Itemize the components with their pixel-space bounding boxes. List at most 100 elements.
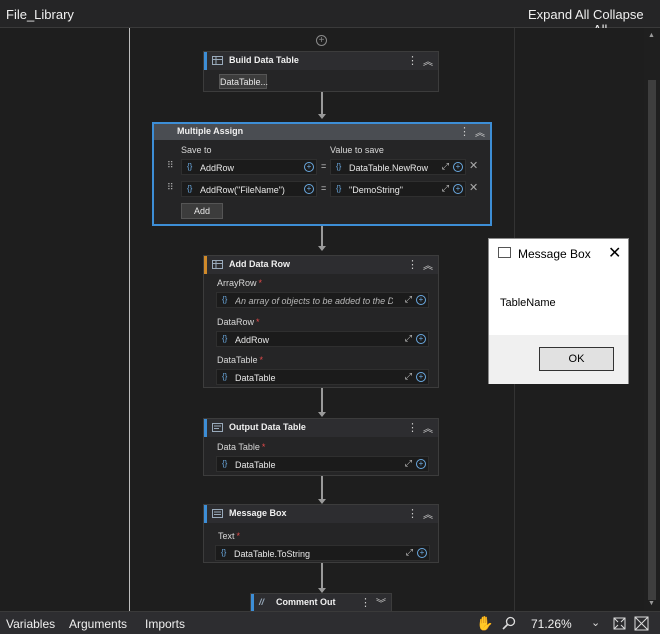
connector-line (321, 92, 323, 116)
scrollbar-thumb[interactable] (648, 80, 656, 600)
zoom-dropdown-chevron-down-icon[interactable]: ⌄ (591, 616, 600, 629)
connector-line (321, 563, 323, 590)
more-options-icon[interactable]: ⋮ (407, 421, 418, 434)
more-options-icon[interactable]: ⋮ (407, 507, 418, 520)
drag-handle-icon[interactable]: ⠿ (167, 160, 174, 171)
collapse-icon[interactable]: ︽ (423, 53, 433, 68)
plus-icon[interactable]: + (453, 184, 463, 194)
plus-icon[interactable]: + (304, 162, 314, 172)
text-field[interactable]: {} DataTable.ToString ⤢ + (215, 545, 430, 561)
collapse-icon[interactable]: ︽ (423, 257, 433, 272)
text-label: Text * (218, 531, 241, 541)
tab-variables[interactable]: Variables (6, 617, 55, 631)
dialog-footer: OK (489, 335, 628, 384)
activity-header: Message Box ⋮ ︽ (204, 505, 438, 523)
activity-header: Build Data Table ⋮ ︽ (204, 52, 438, 70)
activity-title: Message Box (229, 508, 287, 518)
activity-title: Comment Out (276, 597, 336, 607)
expression-icon: {} (222, 372, 228, 381)
message-box-activity[interactable]: Message Box ⋮ ︽ Text * {} DataTable.ToStr… (203, 504, 439, 563)
zoom-icon[interactable] (502, 616, 516, 630)
dialog-title: Message Box (518, 247, 591, 261)
expand-icon[interactable]: ︾ (376, 595, 386, 610)
add-data-row-activity[interactable]: Add Data Row ⋮ ︽ ArrayRow * {} An array o… (203, 255, 439, 388)
collapse-icon[interactable]: ︽ (475, 124, 485, 139)
ok-button[interactable]: OK (539, 347, 614, 371)
value-field[interactable]: {} DataTable.NewRow ⤢ + (330, 159, 466, 175)
connector-line (321, 226, 323, 248)
comment-out-activity[interactable]: // Comment Out ⋮ ︾ (250, 593, 392, 611)
overview-icon[interactable] (634, 616, 649, 631)
datatable-editor-button[interactable]: DataTable... (219, 74, 268, 89)
vertical-scrollbar[interactable]: ▲ ▼ (644, 28, 660, 611)
expand-editor-icon[interactable]: ⤢ (405, 333, 412, 344)
activity-title: Add Data Row (229, 259, 291, 269)
activity-header: Multiple Assign ⋮ ︽ (154, 124, 490, 140)
expand-editor-icon[interactable]: ⤢ (406, 547, 413, 558)
save-to-field[interactable]: {} AddRow("FileName") + (181, 181, 317, 197)
value-field[interactable]: {} "DemoString" ⤢ + (330, 181, 466, 197)
plus-icon[interactable]: + (304, 184, 314, 194)
expand-editor-icon[interactable]: ⤢ (405, 294, 412, 305)
build-data-table-activity[interactable]: Build Data Table ⋮ ︽ DataTable... (203, 51, 439, 92)
expression-icon: {} (187, 184, 193, 193)
fit-to-screen-icon[interactable] (612, 616, 627, 631)
scroll-up-icon[interactable]: ▲ (648, 32, 655, 39)
collapse-icon[interactable]: ︽ (423, 420, 433, 435)
plus-icon[interactable]: + (416, 295, 426, 305)
add-row-button[interactable]: Add (181, 203, 223, 219)
more-options-icon[interactable]: ⋮ (407, 54, 418, 67)
data-table-field[interactable]: {} DataTable ⤢ + (216, 369, 429, 385)
output-data-table-activity[interactable]: Output Data Table ⋮ ︽ Data Table * {} Dat… (203, 418, 439, 476)
expression-icon: {} (222, 459, 228, 468)
activity-title: Output Data Table (229, 422, 306, 432)
connector-arrow-icon (318, 114, 326, 119)
save-to-field[interactable]: {} AddRow + (181, 159, 317, 175)
expand-editor-icon[interactable]: ⤢ (442, 183, 449, 194)
expression-icon: {} (336, 184, 342, 193)
array-row-field[interactable]: {} An array of objects to be added to th… (216, 292, 429, 308)
collapse-icon[interactable]: ︽ (423, 506, 433, 521)
plus-icon[interactable]: + (416, 459, 426, 469)
add-activity-plus-icon[interactable]: + (316, 35, 327, 46)
plus-icon[interactable]: + (416, 372, 426, 382)
plus-icon[interactable]: + (417, 548, 427, 558)
expand-all-button[interactable]: Expand All (528, 7, 589, 22)
expand-editor-icon[interactable]: ⤢ (405, 458, 412, 469)
plus-icon[interactable]: + (453, 162, 463, 172)
window-icon (498, 247, 511, 258)
dialog-message: TableName (500, 297, 556, 309)
connector-arrow-icon (318, 412, 326, 417)
more-options-icon[interactable]: ⋮ (360, 596, 371, 609)
close-icon[interactable]: ✕ (608, 243, 621, 263)
expression-icon: {} (187, 162, 193, 171)
array-row-label: ArrayRow * (217, 278, 263, 288)
plus-icon[interactable]: + (416, 334, 426, 344)
data-table-field[interactable]: {} DataTable ⤢ + (216, 456, 429, 472)
equals-sign: = (321, 161, 327, 171)
zoom-level: 71.26% (531, 617, 572, 631)
expression-icon: {} (336, 162, 342, 171)
connector-line (321, 476, 323, 501)
comment-icon: // (259, 597, 265, 607)
pan-hand-icon[interactable]: ✋ (476, 615, 493, 632)
delete-row-icon[interactable]: ✕ (469, 159, 478, 172)
designer-header: File_Library Expand All Collapse All (0, 0, 660, 37)
tab-imports[interactable]: Imports (145, 617, 185, 631)
expand-editor-icon[interactable]: ⤢ (442, 161, 449, 172)
more-options-icon[interactable]: ⋮ (407, 258, 418, 271)
delete-row-icon[interactable]: ✕ (469, 181, 478, 194)
multiple-assign-activity[interactable]: Multiple Assign ⋮ ︽ Save to Value to sav… (152, 122, 492, 226)
value-to-save-label: Value to save (330, 145, 384, 155)
tab-arguments[interactable]: Arguments (69, 617, 127, 631)
more-options-icon[interactable]: ⋮ (459, 125, 470, 138)
data-table-label: DataTable * (217, 355, 264, 365)
expand-editor-icon[interactable]: ⤢ (405, 371, 412, 382)
equals-sign: = (321, 183, 327, 193)
data-row-field[interactable]: {} AddRow ⤢ + (216, 331, 429, 347)
data-table-label: Data Table * (217, 442, 266, 452)
scroll-down-icon[interactable]: ▼ (648, 600, 655, 607)
bottom-toolbar: Variables Arguments Imports ✋ 71.26% ⌄ (0, 611, 660, 634)
workflow-title: File_Library (6, 7, 74, 22)
drag-handle-icon[interactable]: ⠿ (167, 182, 174, 193)
